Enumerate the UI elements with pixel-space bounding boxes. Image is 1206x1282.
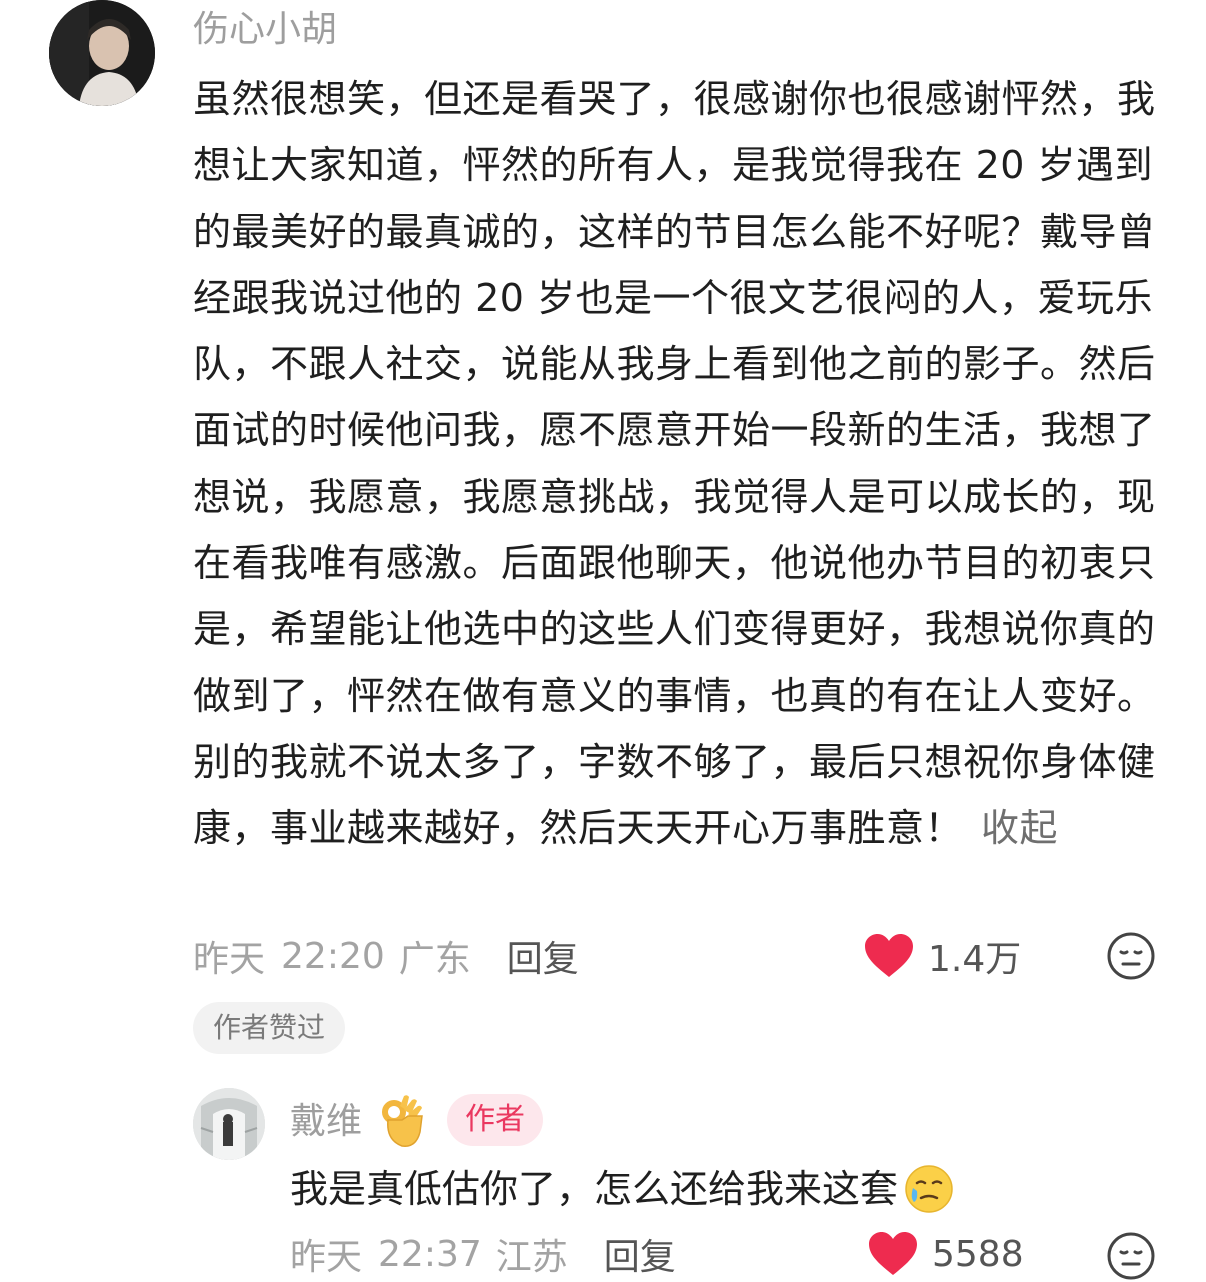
reply-dislike-face-icon[interactable] <box>1107 1232 1155 1280</box>
reply-avatar[interactable] <box>193 1088 265 1160</box>
comment-region: 广东 <box>398 939 471 980</box>
reply-like-count: 5588 <box>932 1233 1024 1275</box>
reply-username[interactable]: 戴维 <box>290 1096 362 1148</box>
comment-text: 虽然很想笑，但还是看哭了，很感谢你也很感谢怦然，我想让大家知道，怦然的所有人，是… <box>193 77 1156 851</box>
reply-reply-button[interactable]: 回复 <box>604 1228 676 1280</box>
like-count: 1.4万 <box>928 939 1022 980</box>
comment-thread: 伤心小胡 虽然很想笑，但还是看哭了，很感谢你也很感谢怦然，我想让大家知道，怦然的… <box>0 0 1206 1282</box>
ok-hand-icon <box>382 1095 423 1147</box>
comment-meta: 昨天 22:20 广东 回复 <box>193 928 579 984</box>
author-liked-badge: 作者赞过 <box>193 1002 346 1054</box>
crying-face-icon <box>905 1165 953 1213</box>
collapse-link[interactable]: 收起 <box>981 806 1058 850</box>
reply-time: 22:37 <box>378 1233 482 1275</box>
username[interactable]: 伤心小胡 <box>193 6 337 54</box>
reply-date: 昨天 <box>290 1237 363 1278</box>
avatar-photo <box>49 0 155 106</box>
comment-time: 22:20 <box>281 935 385 977</box>
reply-meta: 昨天 22:37 江苏 回复 <box>290 1226 676 1282</box>
like-button[interactable]: 1.4万 <box>864 928 1021 984</box>
comment-date: 昨天 <box>193 939 266 980</box>
author-tag: 作者 <box>447 1094 543 1146</box>
reply-body: 我是真低估你了，怎么还给我来这套 <box>290 1160 954 1218</box>
reply-button[interactable]: 回复 <box>507 930 579 982</box>
avatar[interactable] <box>49 0 155 106</box>
dislike-face-icon[interactable] <box>1107 932 1155 980</box>
heart-icon <box>869 1232 917 1275</box>
reply-like-button[interactable]: 5588 <box>868 1226 1024 1282</box>
reply-avatar-photo <box>193 1088 265 1160</box>
comment-body: 虽然很想笑，但还是看哭了，很感谢你也很感谢怦然，我想让大家知道，怦然的所有人，是… <box>193 66 1163 862</box>
reply-region: 江苏 <box>495 1237 568 1278</box>
heart-icon <box>865 934 913 977</box>
reply-text: 我是真低估你了，怎么还给我来这套 <box>290 1167 899 1211</box>
